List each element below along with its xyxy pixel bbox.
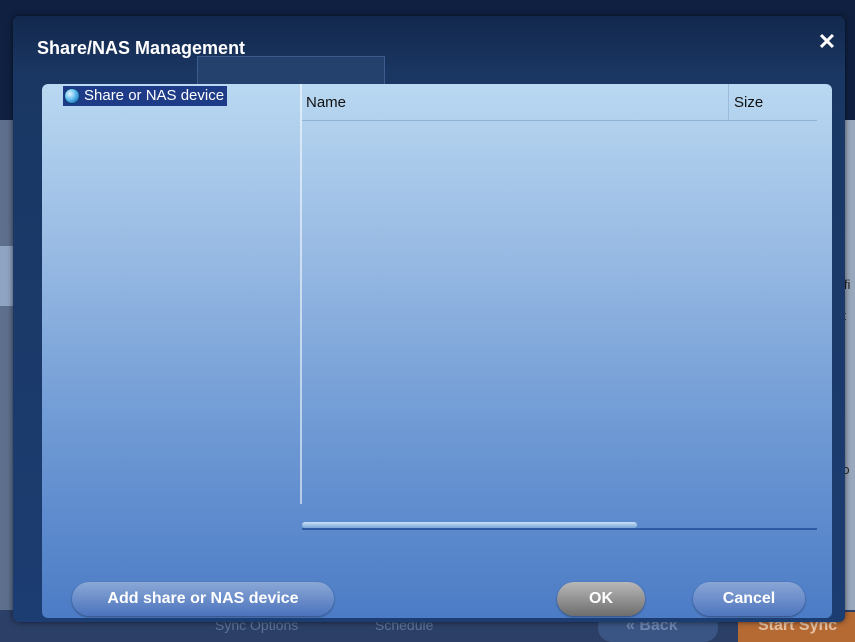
column-header-size[interactable]: Size	[734, 94, 763, 111]
ok-button[interactable]: OK	[557, 582, 645, 616]
close-icon: ✕	[817, 29, 837, 54]
tree-item-label: Share or NAS device	[84, 87, 225, 104]
tree-item-share-nas[interactable]: Share or NAS device	[63, 86, 228, 106]
scrollbar-thumb[interactable]	[302, 522, 637, 528]
dialog-title: Share/NAS Management	[37, 38, 246, 58]
column-header-name[interactable]: Name	[306, 94, 346, 111]
dialog-content: Share or NAS device Name Size Add share …	[42, 84, 832, 618]
globe-icon	[65, 89, 79, 103]
add-share-nas-button[interactable]: Add share or NAS device	[72, 582, 334, 616]
share-nas-dialog: Share/NAS Management ✕ Share or NAS devi…	[13, 16, 845, 622]
cancel-button[interactable]: Cancel	[693, 582, 805, 616]
horizontal-scrollbar[interactable]	[302, 522, 817, 530]
file-list: Name Size	[302, 84, 817, 514]
list-header: Name Size	[302, 84, 817, 121]
close-button[interactable]: ✕	[815, 30, 839, 54]
column-divider[interactable]	[728, 84, 729, 120]
device-tree: Share or NAS device	[42, 84, 300, 544]
